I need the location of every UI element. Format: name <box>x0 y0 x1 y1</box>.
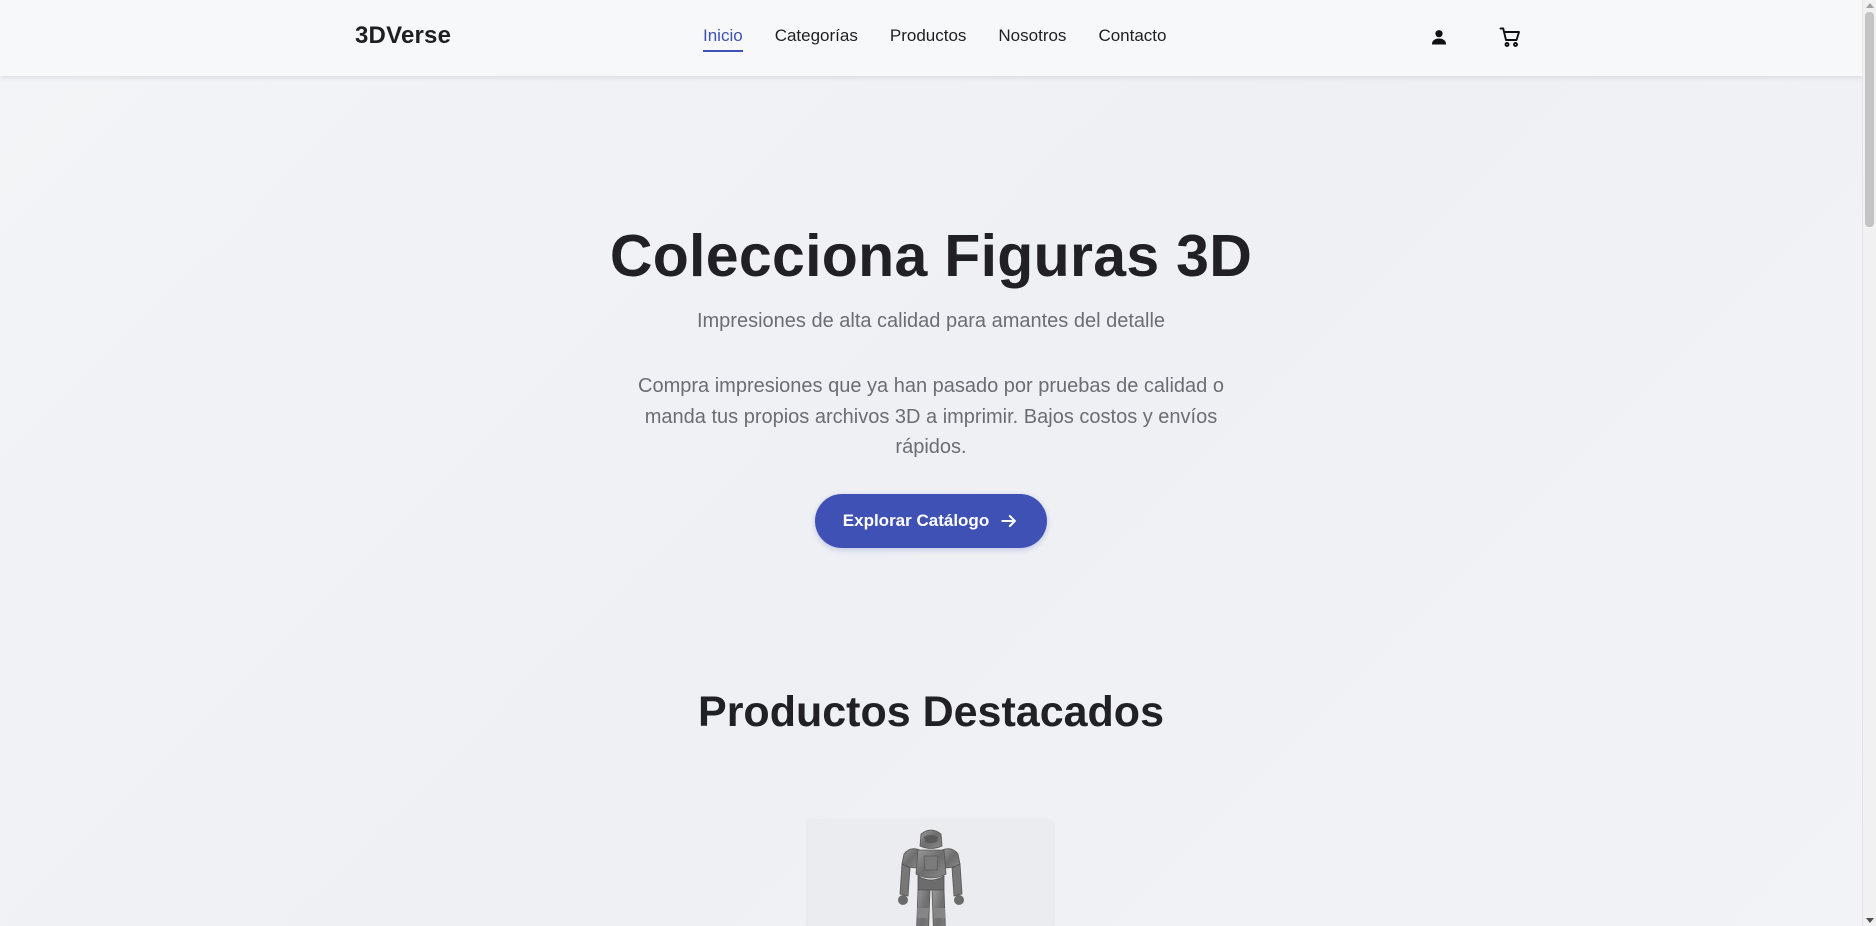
account-button[interactable] <box>1426 24 1452 50</box>
hero-description: Compra impresiones que ya han pasado por… <box>638 375 1224 458</box>
hero-subtitle: Impresiones de alta calidad para amantes… <box>696 310 1166 332</box>
scrollbar-thumb[interactable] <box>1865 12 1874 227</box>
scroll-down-arrow-icon[interactable] <box>1866 918 1874 923</box>
nav-item-nosotros[interactable]: Nosotros <box>998 26 1066 52</box>
hero-title: Colecciona Figuras 3D <box>609 223 1253 289</box>
shopping-cart-icon <box>1499 27 1520 47</box>
site-logo[interactable]: 3DVerse <box>355 22 451 50</box>
arrow-right-icon <box>1001 515 1017 527</box>
product-card[interactable] <box>808 820 1053 926</box>
explore-catalog-button[interactable]: Explorar Catálogo <box>815 494 1047 548</box>
nav-item-productos[interactable]: Productos <box>890 26 967 52</box>
main-nav: Inicio Categorías Productos Nosotros Con… <box>703 26 1166 52</box>
vertical-scrollbar[interactable] <box>1862 0 1876 926</box>
nav-item-inicio[interactable]: Inicio <box>703 26 743 52</box>
featured-products-title: Productos Destacados <box>698 688 1164 736</box>
page: 3DVerse Inicio Categorías Productos Noso… <box>0 0 1862 926</box>
product-figure-image <box>898 829 964 926</box>
nav-item-categorias[interactable]: Categorías <box>775 26 858 52</box>
explore-catalog-label: Explorar Catálogo <box>842 511 990 530</box>
cart-button[interactable] <box>1497 24 1523 50</box>
person-icon <box>1431 30 1447 45</box>
site-header: 3DVerse Inicio Categorías Productos Noso… <box>0 0 1862 76</box>
scroll-up-arrow-icon[interactable] <box>1866 3 1874 8</box>
nav-item-contacto[interactable]: Contacto <box>1098 26 1166 52</box>
